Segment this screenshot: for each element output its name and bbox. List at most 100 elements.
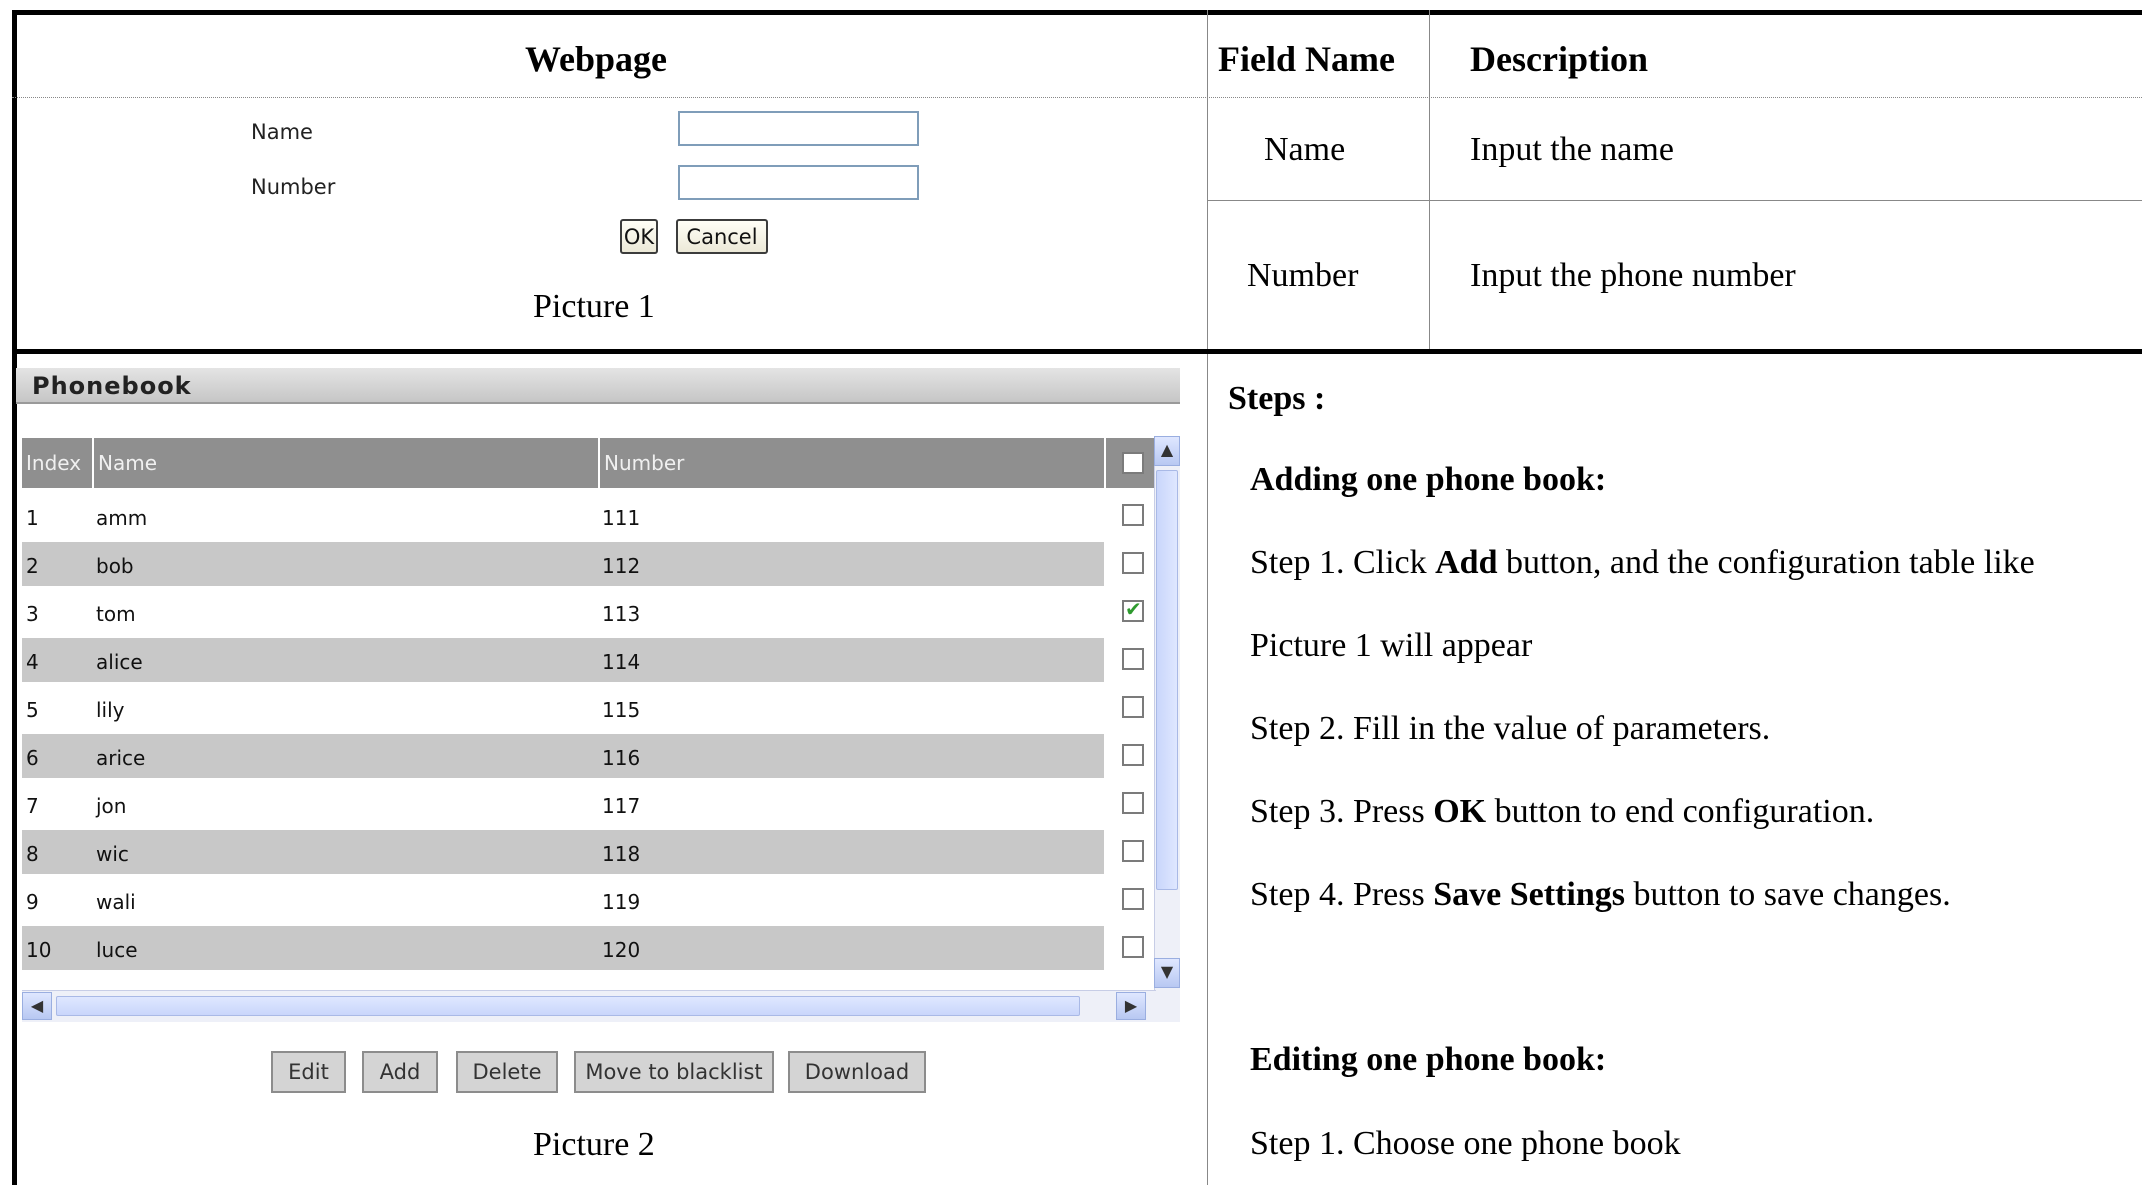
row-checkbox[interactable] [1122,648,1144,670]
row-index: 7 [26,794,39,818]
number-input[interactable] [678,165,919,200]
checkmark-icon: ✔ [1125,597,1142,621]
download-button[interactable]: Download [788,1051,926,1093]
row-checkbox[interactable] [1122,744,1144,766]
row-index: 1 [26,506,39,530]
row-index: 9 [26,890,39,914]
picture1-caption: Picture 1 [533,288,655,325]
chevron-up-icon: ▲ [1160,440,1174,459]
name-input[interactable] [678,111,919,146]
table-row[interactable]: 6 arice 116 [22,734,1104,778]
table-row[interactable]: 4 alice 114 [22,638,1104,682]
step1-bold: Add [1435,544,1498,581]
column-header-name: Name [94,438,598,488]
col-divider-main [1207,10,1208,1185]
adding-step-3: Step 3. Press OK button to end configura… [1250,793,1874,831]
row-number: 114 [602,650,641,674]
cancel-button[interactable]: Cancel [676,219,768,254]
step1-text-a: Step 1. Click [1250,544,1436,581]
chevron-left-icon: ◀ [30,996,44,1015]
name-label: Name [251,120,313,144]
description-header: Description [1470,39,1648,79]
table-row[interactable]: 8 wic 118 [22,830,1104,874]
add-button[interactable]: Add [362,1051,438,1093]
row-number: 112 [602,554,641,578]
field-number-cell: Number [1247,257,1359,294]
select-all-checkbox[interactable] [1122,452,1144,474]
editing-step-1: Step 1. Choose one phone book [1250,1125,1681,1162]
number-label: Number [251,175,336,199]
row-index: 5 [26,698,39,722]
row-name: jon [96,794,127,818]
column-header-number: Number [600,438,1104,488]
move-to-blacklist-button[interactable]: Move to blacklist [574,1051,774,1093]
chevron-right-icon: ▶ [1124,996,1138,1015]
webpage-header: Webpage [525,39,668,79]
row-number: 116 [602,746,641,770]
row-number: 111 [602,506,641,530]
row-index: 3 [26,602,39,626]
step4-bold: Save Settings [1433,876,1625,913]
left-border [12,10,17,1185]
adding-step-1: Step 1. Click Add button, and the config… [1250,544,2035,582]
row-checkbox[interactable] [1122,504,1144,526]
row-index: 8 [26,842,39,866]
column-header-index: Index [22,438,92,488]
row-checkbox[interactable]: ✔ [1122,597,1144,622]
row-checkbox[interactable] [1122,888,1144,910]
row-checkbox[interactable] [1122,552,1144,574]
row-name: bob [96,554,134,578]
row-index: 2 [26,554,39,578]
table-row[interactable]: 1 amm 111 [22,494,1104,538]
row-name: wali [96,890,136,914]
scroll-down-button[interactable]: ▼ [1154,958,1180,988]
adding-step-2: Step 2. Fill in the value of parameters. [1250,710,1771,747]
row-number: 113 [602,602,641,626]
scroll-thumb[interactable] [1156,470,1178,890]
field-name-header: Field Name [1218,39,1395,79]
row-checkbox[interactable] [1122,696,1144,718]
step3-bold: OK [1433,793,1487,830]
chevron-down-icon: ▼ [1160,962,1174,981]
row-name: lily [96,698,125,722]
step4-text-b: button to save changes. [1624,876,1951,913]
col-divider-field [1429,10,1430,352]
row-index: 6 [26,746,39,770]
delete-button[interactable]: Delete [456,1051,558,1093]
row-divider [1207,200,2142,201]
table-row[interactable]: 9 wali 119 [22,878,1104,922]
row-name: wic [96,842,129,866]
row-checkbox[interactable] [1122,840,1144,862]
scroll-left-button[interactable]: ◀ [22,992,52,1020]
scroll-right-button[interactable]: ▶ [1116,992,1146,1020]
table-row[interactable]: 10 luce 120 [22,926,1104,970]
row-number: 118 [602,842,641,866]
row-name: tom [96,602,136,626]
phonebook-title: Phonebook [16,368,1180,404]
row-index: 4 [26,650,39,674]
row-checkbox[interactable] [1122,936,1144,958]
horizontal-scroll-thumb[interactable] [56,996,1080,1016]
row-number: 117 [602,794,641,818]
table-row[interactable]: 2 bob 112 [22,542,1104,586]
table-row[interactable]: 5 lily 115 [22,686,1104,730]
top-border [12,10,2142,15]
header-divider [12,97,2142,98]
row-checkbox[interactable] [1122,792,1144,814]
adding-step-1-cont: Picture 1 will appear [1250,627,1533,664]
steps-heading: Steps : [1228,380,1326,417]
picture2-caption: Picture 2 [533,1126,655,1163]
adding-heading: Adding one phone book: [1250,461,1607,498]
row-name: amm [96,506,148,530]
row-number: 120 [602,938,641,962]
row-number: 115 [602,698,641,722]
ok-button[interactable]: OK [620,219,658,254]
table-row[interactable]: 3 tom 113 [22,590,1104,634]
edit-button[interactable]: Edit [271,1051,346,1093]
step3-text-a: Step 3. Press [1250,793,1434,830]
scroll-up-button[interactable]: ▲ [1154,436,1180,466]
row-name: alice [96,650,143,674]
step4-text-a: Step 4. Press [1250,876,1434,913]
table-row[interactable]: 7 jon 117 [22,782,1104,826]
adding-step-4: Step 4. Press Save Settings button to sa… [1250,876,1951,914]
